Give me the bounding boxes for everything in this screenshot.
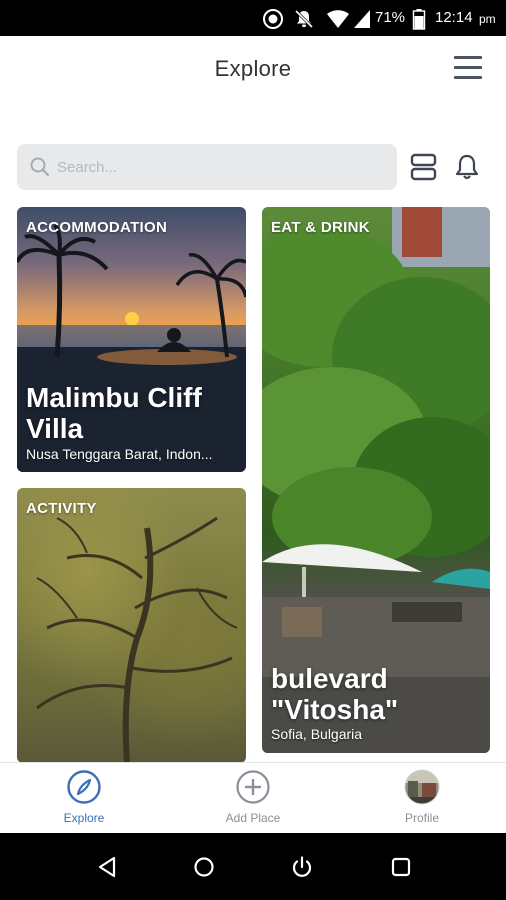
wifi-icon	[327, 10, 349, 28]
layout-toggle-icon[interactable]	[409, 153, 439, 181]
search-icon	[30, 157, 50, 177]
signal-icon	[354, 10, 370, 28]
card-title-line1: bulevard	[271, 663, 388, 694]
home-icon[interactable]	[192, 855, 216, 879]
search-input[interactable]	[57, 152, 387, 182]
card-category: ACCOMMODATION	[26, 219, 168, 236]
back-icon[interactable]	[95, 855, 119, 879]
card-title-line2: Villa	[26, 413, 84, 444]
card-title-line1: Malimbu Cliff	[26, 382, 202, 413]
bell-icon[interactable]	[452, 152, 482, 182]
compass-icon	[67, 770, 101, 804]
tab-label: Explore	[63, 811, 105, 825]
page-title: Explore	[214, 56, 292, 81]
card-category: EAT & DRINK	[271, 219, 370, 236]
tab-add-place[interactable]: Add Place	[169, 763, 337, 834]
tab-explore[interactable]: Explore	[0, 763, 168, 834]
avatar	[404, 769, 440, 805]
search-bar[interactable]	[17, 144, 397, 190]
card-location: Sofia, Bulgaria	[271, 726, 363, 742]
battery-percent: 71%	[375, 9, 406, 26]
tab-label: Add Place	[225, 811, 281, 825]
battery-icon	[412, 9, 426, 30]
recents-icon[interactable]	[389, 855, 413, 879]
tab-profile[interactable]: Profile	[338, 763, 506, 834]
bottom-tab-bar: Explore Add Place Profile	[0, 762, 506, 833]
place-card-accommodation[interactable]: ACCOMMODATION Malimbu Cliff Villa Nusa T…	[17, 207, 246, 472]
target-icon	[263, 9, 283, 29]
status-bar: 71% 12:14 pm	[0, 0, 506, 36]
place-card-activity[interactable]: ACTIVITY	[17, 488, 246, 763]
card-image-tree	[36, 516, 238, 763]
card-title-line2: "Vitosha"	[271, 694, 399, 725]
card-location: Nusa Tenggara Barat, Indon...	[26, 446, 213, 462]
notifications-off-icon	[294, 9, 314, 29]
app-header: Explore	[0, 36, 506, 106]
card-category: ACTIVITY	[26, 500, 97, 517]
plus-circle-icon	[236, 770, 270, 804]
tab-label: Profile	[404, 811, 439, 825]
hamburger-menu-icon[interactable]	[452, 54, 484, 82]
system-nav-bar	[0, 833, 506, 900]
power-icon[interactable]	[290, 855, 314, 879]
clock: 12:14	[435, 9, 473, 26]
clock-ampm: pm	[479, 12, 496, 26]
place-card-eat-drink[interactable]: EAT & DRINK bulevard "Vitosha" Sofia, Bu…	[262, 207, 490, 753]
